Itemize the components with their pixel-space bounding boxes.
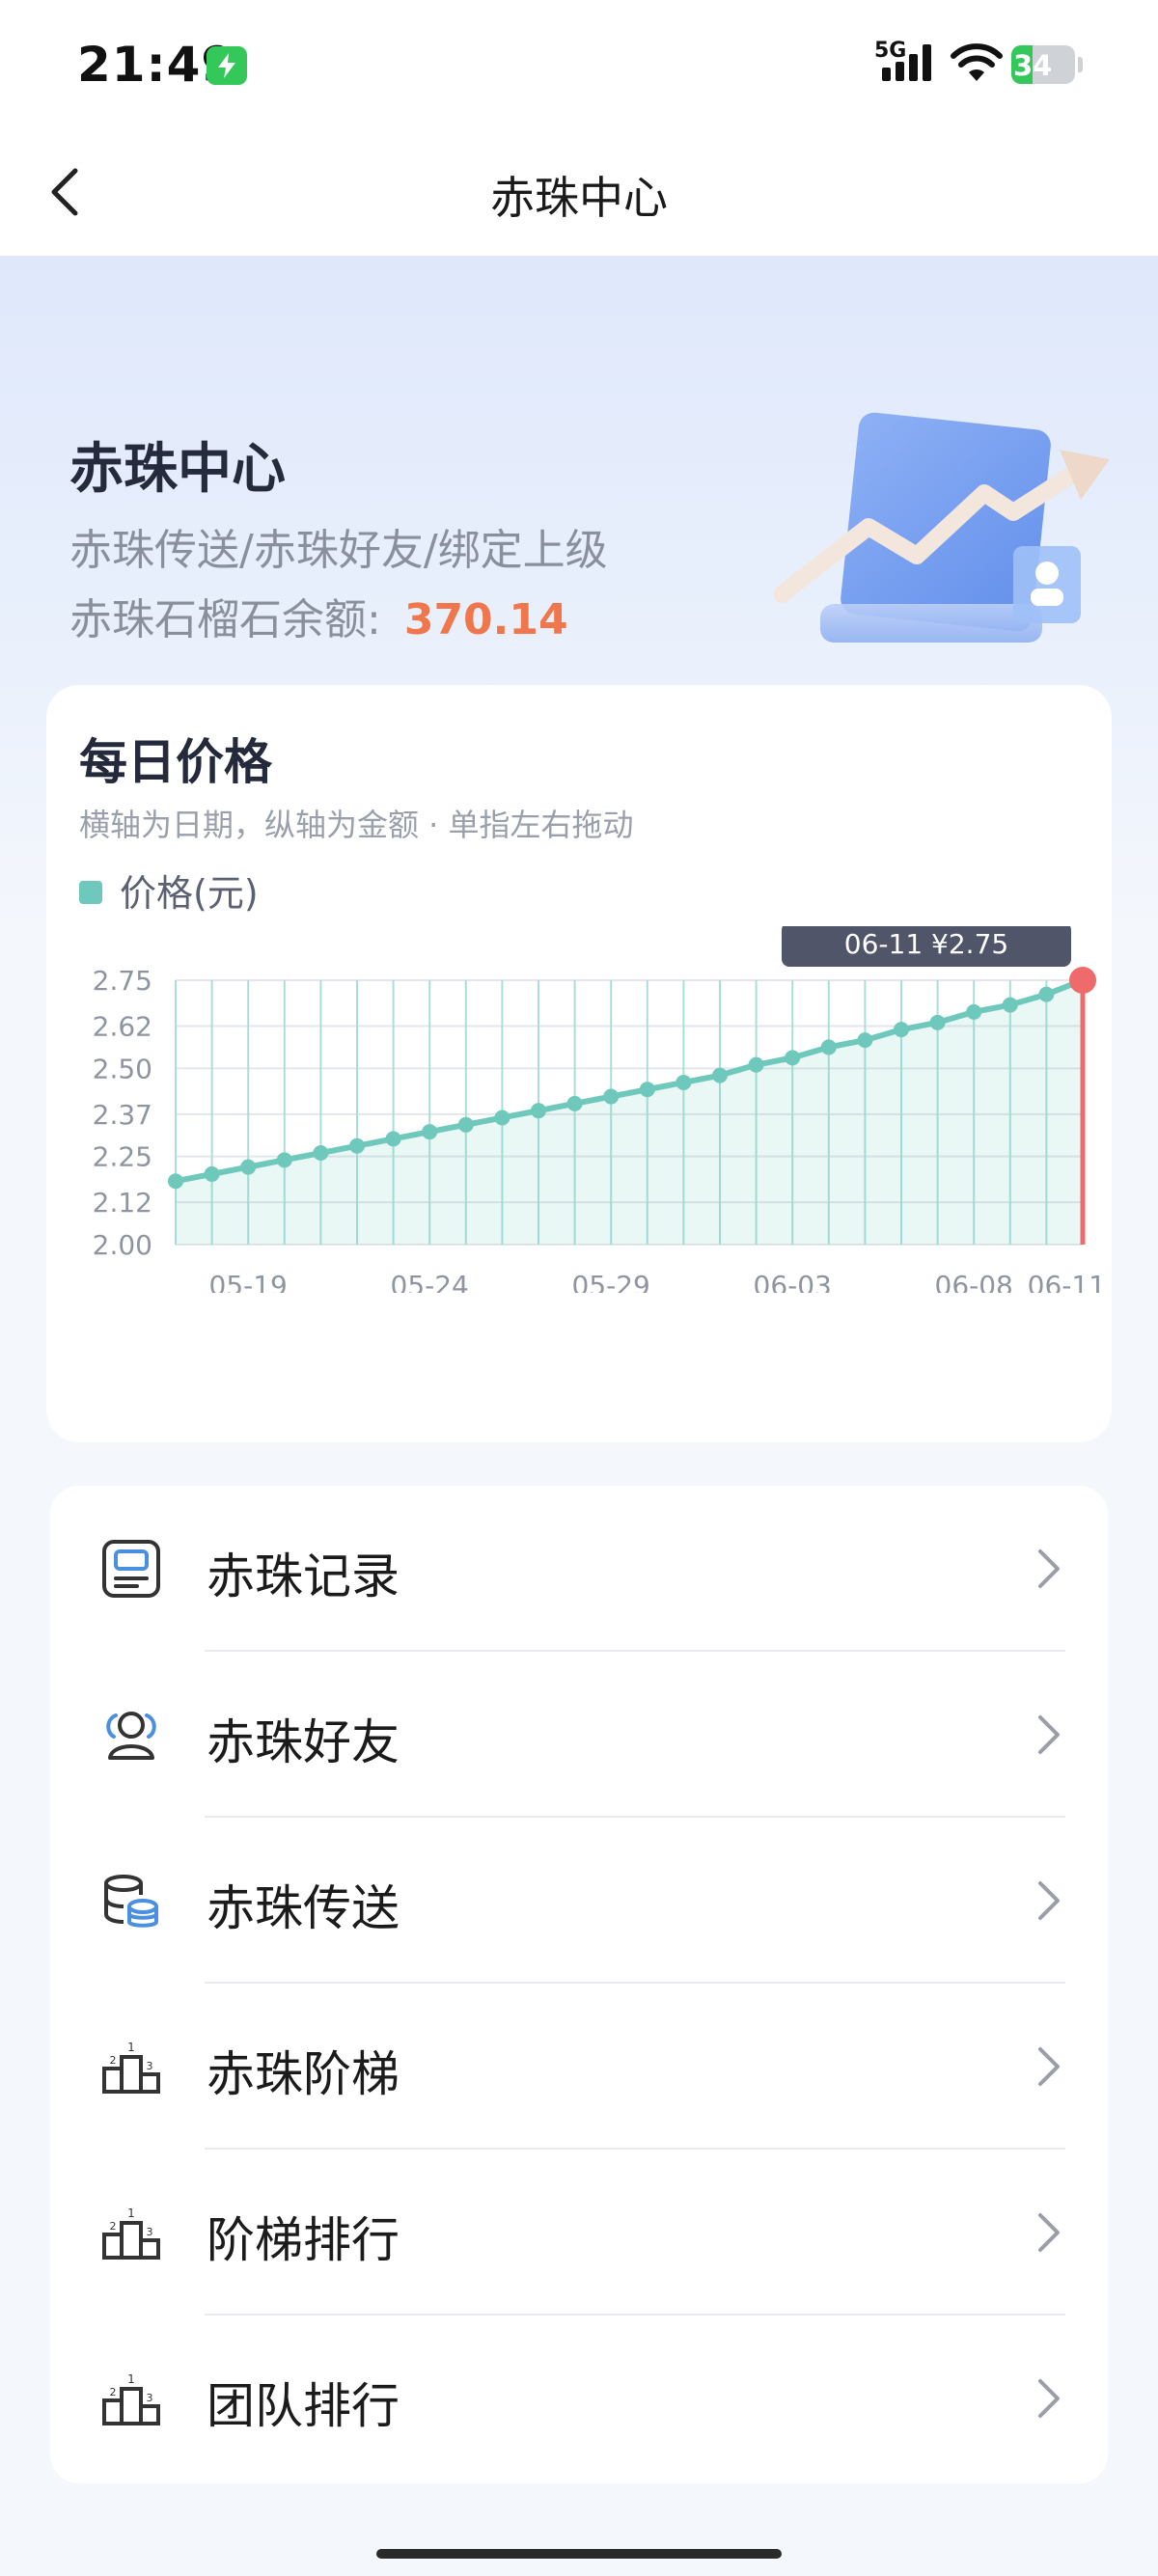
data-point: [313, 1145, 329, 1162]
menu-item-friends[interactable]: 赤珠好友: [50, 1652, 1108, 1818]
svg-text:1: 1: [127, 2206, 135, 2220]
data-point: [639, 1082, 655, 1098]
data-point: [1002, 997, 1018, 1013]
x-tick-label: 05-29: [572, 1270, 650, 1293]
daily-price-card: 每日价格 横轴为日期，纵轴为金额 · 单指左右拖动 价格(元) 2.75 2.62…: [46, 685, 1112, 1442]
legend-swatch: [79, 880, 102, 904]
data-point: [494, 1110, 510, 1126]
wifi-icon: [951, 43, 1003, 81]
podium-icon: 1 2 3: [102, 2372, 160, 2425]
svg-text:1: 1: [127, 2041, 135, 2054]
data-point: [240, 1159, 257, 1175]
battery-tip: [1078, 57, 1083, 72]
transfer-icon: [104, 1875, 158, 1928]
svg-text:3: 3: [147, 2226, 153, 2238]
data-point: [712, 1067, 728, 1083]
data-point: [349, 1137, 365, 1154]
menu-label: 赤珠好友: [207, 1714, 400, 1770]
chevron-right-icon: [1038, 1881, 1060, 1920]
menu-label: 赤珠阶梯: [207, 2046, 400, 2102]
x-tick-label: 05-19: [209, 1270, 288, 1293]
balance-label: 赤珠石榴石余额:: [69, 595, 381, 644]
chevron-right-icon: [1038, 1715, 1060, 1754]
chart-legend: 价格(元): [79, 863, 259, 917]
menu-item-ladder[interactable]: 1 2 3 赤珠阶梯: [50, 1984, 1108, 2150]
charging-icon: [207, 46, 247, 85]
data-point: [168, 1173, 183, 1190]
menu-label: 赤珠记录: [207, 1548, 400, 1604]
y-tick-label: 2.75: [93, 965, 152, 997]
podium-icon: 1 2 3: [102, 2041, 160, 2094]
y-tick-label: 2.62: [93, 1010, 152, 1042]
data-point: [457, 1116, 474, 1133]
svg-text:2: 2: [110, 2386, 117, 2398]
svg-text:2: 2: [110, 2220, 117, 2233]
record-icon: [102, 1540, 160, 1598]
data-point: [531, 1103, 546, 1119]
menu-label: 赤珠传送: [207, 1880, 400, 1936]
x-tick-label: 06-08: [935, 1270, 1013, 1293]
data-point: [385, 1131, 401, 1147]
battery-percent: 34: [1013, 49, 1053, 82]
balance-value: 370.14: [403, 595, 568, 644]
friends-icon: [106, 1712, 156, 1760]
menu-item-ladder-ranking[interactable]: 1 2 3 阶梯排行: [50, 2150, 1108, 2316]
data-point: [603, 1088, 620, 1105]
menu-item-team-ranking[interactable]: 1 2 3 团队排行: [50, 2316, 1108, 2481]
svg-text:2: 2: [110, 2054, 117, 2067]
data-point: [676, 1074, 692, 1090]
data-point: [857, 1032, 873, 1049]
chevron-right-icon: [1038, 1549, 1060, 1588]
battery-icon: 34: [1011, 45, 1075, 84]
page-title: 赤珠中心: [490, 172, 668, 224]
data-point: [566, 1095, 583, 1111]
hero-title: 赤珠中心: [69, 438, 286, 501]
svg-text:3: 3: [147, 2060, 153, 2072]
x-tick-label: 06-11: [1028, 1270, 1106, 1293]
data-point: [894, 1022, 909, 1038]
data-point: [204, 1165, 220, 1182]
home-indicator[interactable]: [376, 2549, 782, 2559]
menu-label: 团队排行: [207, 2378, 400, 2434]
menu-item-transfer[interactable]: 赤珠传送: [50, 1818, 1108, 1984]
legend-label: 价格(元): [120, 872, 259, 915]
status-bar: 21:49 5G 34: [0, 0, 1158, 130]
podium-icon: 1 2 3: [102, 2206, 160, 2260]
data-point: [1038, 986, 1055, 1002]
y-tick-label: 2.00: [93, 1229, 152, 1261]
tooltip-text: 06-11 ¥2.75: [844, 928, 1008, 960]
chevron-right-icon: [1038, 2379, 1060, 2418]
card-title: 每日价格: [79, 734, 272, 790]
data-point: [966, 1003, 982, 1020]
svg-text:1: 1: [127, 2372, 135, 2386]
data-point: [929, 1014, 946, 1030]
y-tick-label: 2.50: [93, 1053, 152, 1084]
menu-label: 阶梯排行: [207, 2212, 400, 2268]
nav-bar: 赤珠中心: [0, 130, 1158, 257]
y-tick-label: 2.12: [93, 1187, 152, 1219]
chevron-right-icon: [1038, 2213, 1060, 2252]
x-tick-label: 06-03: [754, 1270, 832, 1293]
y-tick-label: 2.37: [93, 1099, 152, 1131]
data-point: [422, 1124, 438, 1140]
price-chart[interactable]: 2.75 2.62 2.50 2.37 2.25 2.12 2.00 06-11 ¥2.75 0…: [46, 926, 1112, 1293]
svg-text:3: 3: [147, 2392, 153, 2404]
balance-row: 赤珠石榴石余额: 370.14: [69, 585, 568, 646]
chevron-right-icon: [1038, 2047, 1060, 2086]
menu-item-record[interactable]: 赤珠记录: [50, 1486, 1108, 1652]
data-point: [276, 1152, 292, 1168]
signal-icon: [882, 44, 931, 81]
hero-subtitle: 赤珠传送/赤珠好友/绑定上级: [69, 526, 608, 575]
x-tick-label: 05-24: [391, 1270, 469, 1293]
highlight-point: [1069, 967, 1096, 994]
data-point: [820, 1039, 837, 1055]
data-point: [785, 1050, 801, 1066]
menu-list: 赤珠记录 赤珠好友 赤珠传送 1 2 3 赤珠阶梯 1 2 3 阶梯排行 1 2…: [50, 1486, 1108, 2483]
y-tick-label: 2.25: [93, 1141, 152, 1173]
data-point: [748, 1056, 764, 1073]
card-subtitle: 横轴为日期，纵轴为金额 · 单指左右拖动: [79, 807, 634, 843]
